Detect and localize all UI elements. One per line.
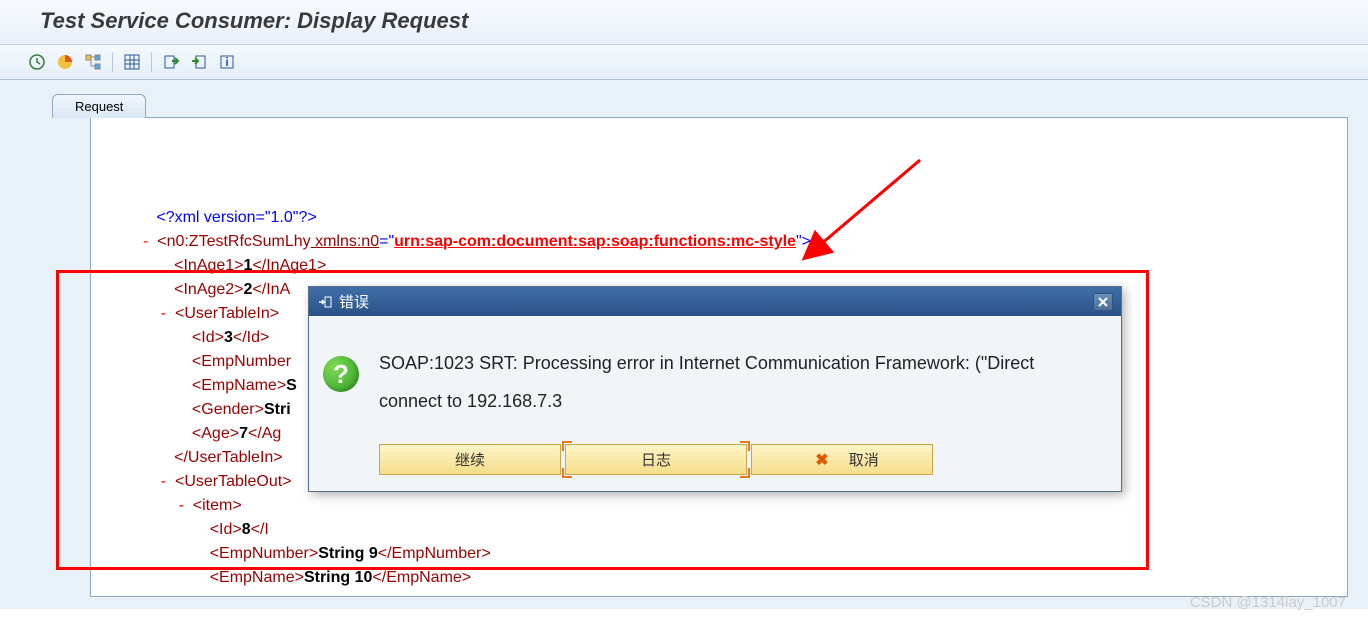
cancel-x-icon: ✖: [815, 450, 828, 470]
question-icon: ?: [323, 356, 359, 392]
dialog-message: SOAP:1023 SRT: Processing error in Inter…: [379, 344, 1091, 420]
grid-icon[interactable]: [121, 51, 143, 73]
tab-request[interactable]: Request: [52, 94, 146, 118]
info-icon[interactable]: i: [216, 51, 238, 73]
tree-icon[interactable]: [82, 51, 104, 73]
app-header: Test Service Consumer: Display Request: [0, 0, 1368, 45]
cancel-button[interactable]: ✖ 取消: [751, 444, 933, 475]
dialog-icon: [317, 295, 333, 309]
dialog-title-text: 错误: [339, 291, 369, 312]
dialog-titlebar: 错误: [309, 287, 1121, 316]
export-icon[interactable]: [188, 51, 210, 73]
continue-button[interactable]: 继续: [379, 444, 561, 475]
log-button[interactable]: 日志: [565, 444, 747, 475]
dialog-close-button[interactable]: [1093, 293, 1113, 311]
error-dialog: 错误 ? SOAP:1023 SRT: Processing error in …: [308, 286, 1122, 492]
toolbar-separator: [112, 52, 113, 72]
import-icon[interactable]: [160, 51, 182, 73]
watermark: CSDN @1314lay_1007: [1190, 594, 1346, 611]
toolbar: i: [0, 45, 1368, 80]
clock-icon[interactable]: [26, 51, 48, 73]
svg-text:i: i: [225, 55, 228, 69]
toolbar-separator: [151, 52, 152, 72]
xml-pi: <?xml version="1.0"?>: [156, 209, 316, 226]
page-title: Test Service Consumer: Display Request: [40, 8, 1350, 34]
pie-icon[interactable]: [54, 51, 76, 73]
dialog-body: ? SOAP:1023 SRT: Processing error in Int…: [309, 316, 1121, 438]
dialog-buttons: 继续 日志 ✖ 取消: [309, 438, 1121, 491]
